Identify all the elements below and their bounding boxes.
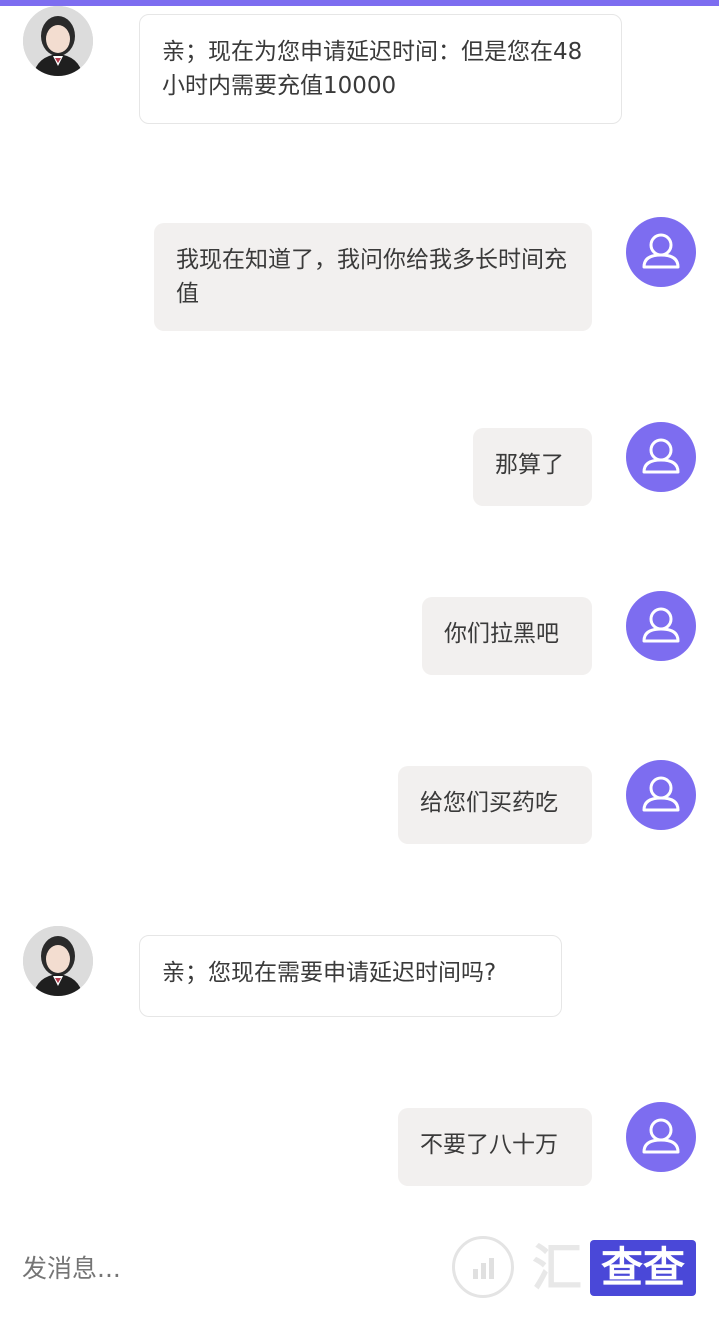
watermark-chart-icon <box>452 1236 514 1298</box>
agent-avatar[interactable] <box>23 926 93 996</box>
user-icon <box>642 1118 680 1154</box>
agent-avatar[interactable] <box>23 6 93 76</box>
user-icon <box>642 607 680 643</box>
message-bubble: 你们拉黑吧 <box>422 597 592 675</box>
chat-message-list[interactable]: 亲；现在为您申请延迟时间：但是您在48小时内需要充值10000 我现在知道了，我… <box>0 0 719 1210</box>
message-input[interactable] <box>22 1244 422 1294</box>
user-avatar[interactable] <box>626 591 696 661</box>
user-icon <box>642 776 680 812</box>
user-avatar[interactable] <box>626 217 696 287</box>
message-bubble: 亲；现在为您申请延迟时间：但是您在48小时内需要充值10000 <box>139 14 622 124</box>
message-text: 我现在知道了，我问你给我多长时间充值 <box>176 247 567 307</box>
message-text: 你们拉黑吧 <box>444 621 559 647</box>
watermark-badge: 查查 <box>590 1240 696 1296</box>
user-avatar[interactable] <box>626 760 696 830</box>
user-avatar[interactable] <box>626 1102 696 1172</box>
agent-avatar-photo-icon <box>23 6 93 76</box>
message-bubble: 不要了八十万 <box>398 1108 592 1186</box>
message-text: 不要了八十万 <box>420 1132 558 1158</box>
message-text: 亲；您现在需要申请延迟时间吗? <box>162 960 497 986</box>
message-bubble: 给您们买药吃 <box>398 766 592 844</box>
message-bubble: 我现在知道了，我问你给我多长时间充值 <box>154 223 592 331</box>
message-text: 给您们买药吃 <box>420 790 558 816</box>
user-avatar[interactable] <box>626 422 696 492</box>
message-bubble: 那算了 <box>473 428 592 506</box>
user-icon <box>642 233 680 269</box>
user-icon <box>642 438 680 474</box>
watermark-logo: 汇 查查 <box>452 1236 702 1306</box>
watermark-text: 汇 <box>532 1239 582 1297</box>
agent-avatar-photo-icon <box>23 926 93 996</box>
message-text: 亲；现在为您申请延迟时间：但是您在48小时内需要充值10000 <box>162 39 583 99</box>
bar-chart-icon <box>473 1258 494 1279</box>
message-bubble: 亲；您现在需要申请延迟时间吗? <box>139 935 562 1017</box>
message-text: 那算了 <box>495 452 564 478</box>
